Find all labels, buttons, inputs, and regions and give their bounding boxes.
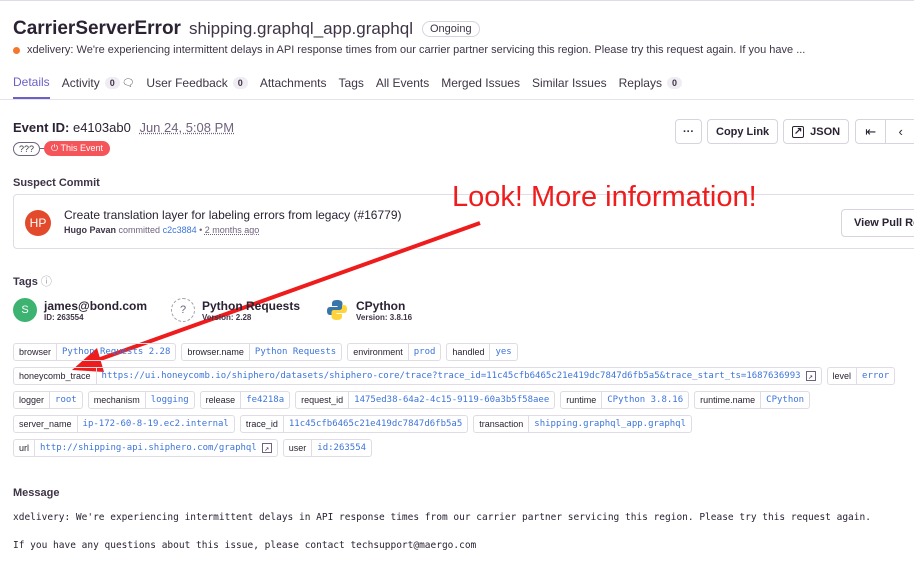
tag-key: browser.name [182,344,250,360]
tag-value-text: 11c45cfb6465c21e419dc7847d6fb5a5 [288,419,463,429]
annotation-arrow-icon [72,221,481,372]
tag-value[interactable]: yes [490,344,516,360]
tag-value[interactable]: id:263554 [312,440,371,456]
tag-key: logger [14,392,51,408]
tag-key: handled [447,344,491,360]
tag-value-text: shipping.graphql_app.graphql [534,419,687,429]
tag-list: browser Python Requests 2.28 browser.name P… [13,343,908,463]
tag-value[interactable]: Python Requests [250,344,341,360]
tag-row: logger root mechanism logging release fe4218a… [13,391,908,409]
tag-value-text: http://shipping-api.shiphero.com/graphql [40,443,257,453]
tag-value-text: 1475ed38-64a2-4c15-9119-60a3b5f58aee [354,395,550,405]
tag-summary-browser: ? Python Requests Version: 2.28 [171,298,300,322]
message-line-2: If you have any questions about this iss… [13,540,477,551]
tag-key: request_id [296,392,350,408]
tag-user[interactable]: user id:263554 [282,439,373,457]
message-title: Message [13,487,60,499]
tag-value[interactable]: ip-172-60-8-19.ec2.internal [78,416,234,432]
tag-row: url http://shipping-api.shiphero.com/grap… [13,439,908,457]
tag-value[interactable]: logging [146,392,194,408]
tag-key: transaction [474,416,530,432]
tag-key: browser [14,344,58,360]
browser-version: Version: 2.28 [202,312,252,322]
tag-key: user [284,440,313,456]
tag-value-text: root [55,395,77,405]
tag-value-text: Python Requests [254,347,337,357]
open-external-icon[interactable]: ↗ [261,443,272,453]
tags-title-label: Tags [13,276,38,288]
tag-transaction[interactable]: transaction shipping.graphql_app.graphql [473,415,693,433]
tag-value-text: id:263554 [317,443,367,453]
tag-value-text: fe4218a [246,395,285,405]
tag-value-text: prod [413,347,436,357]
tag-value[interactable]: error [857,368,894,384]
tag-key: runtime [561,392,603,408]
tag-value[interactable]: 11c45cfb6465c21e419dc7847d6fb5a5 [284,416,467,432]
tag-key: mechanism [89,392,146,408]
tag-value[interactable]: 1475ed38-64a2-4c15-9119-60a3b5f58aee [349,392,554,408]
tag-request-id[interactable]: request_id 1475ed38-64a2-4c15-9119-60a3b5… [295,391,556,409]
tag-key: release [201,392,242,408]
tag-value[interactable]: Python Requests 2.28 [57,344,175,360]
unknown-browser-icon: ? [171,298,195,322]
user-id: ID: 263554 [44,312,84,322]
tag-value[interactable]: prod [409,344,441,360]
tag-release[interactable]: release fe4218a [199,391,291,409]
tag-key: trace_id [241,416,284,432]
tag-level[interactable]: level error [826,367,896,385]
tag-value[interactable]: https://ui.honeycomb.io/shiphero/dataset… [97,368,821,384]
tag-value-text: error [862,371,890,381]
tag-value[interactable]: shipping.graphql_app.graphql [529,416,691,432]
info-icon: ⓘ [40,276,52,288]
tag-row: server_name ip-172-60-8-19.ec2.internal tr… [13,415,908,433]
message-line-1: xdelivery: We're experiencing intermitte… [13,512,871,523]
tag-value-text: Python Requests 2.28 [62,347,171,357]
tag-key: level [828,368,858,384]
tag-value-text: logging [150,395,189,405]
tag-honeycomb-trace[interactable]: honeycomb_trace https://ui.honeycomb.io/s… [13,367,822,385]
runtime-version: Version: 3.8.16 [356,312,413,322]
tag-mechanism[interactable]: mechanism logging [87,391,195,409]
tag-key: environment [348,344,409,360]
tag-value-text: CPython [766,395,805,405]
python-logo-icon [325,298,349,322]
tag-runtime-name[interactable]: runtime.name CPython [694,391,811,409]
tag-value[interactable]: http://shipping-api.shiphero.com/graphql… [35,440,277,456]
tag-value[interactable]: fe4218a [241,392,289,408]
tag-browser-name[interactable]: browser.name Python Requests [181,343,343,361]
tag-key: url [14,440,36,456]
tag-value-text: https://ui.honeycomb.io/shiphero/dataset… [101,371,801,381]
tag-key: honeycomb_trace [14,368,97,384]
tag-value-text: CPython 3.8.16 [607,395,684,405]
tags-title: Tags ⓘ [13,273,52,289]
tag-value[interactable]: root [50,392,82,408]
tag-value[interactable]: CPython 3.8.16 [602,392,688,408]
tag-row: honeycomb_trace https://ui.honeycomb.io/s… [13,367,908,385]
tag-browser[interactable]: browser Python Requests 2.28 [13,343,177,361]
avatar: S [13,298,37,322]
tag-row: browser Python Requests 2.28 browser.name P… [13,343,908,361]
open-external-icon[interactable]: ↗ [805,371,816,381]
tag-handled[interactable]: handled yes [446,343,518,361]
tag-summary-user: S james@bond.com ID: 263554 [13,298,147,322]
tag-value[interactable]: CPython [761,392,809,408]
tag-server-name[interactable]: server_name ip-172-60-8-19.ec2.internal [13,415,235,433]
browser-name: Python Requests [202,298,301,313]
user-email: james@bond.com [44,298,148,313]
tag-key: runtime.name [695,392,762,408]
tag-runtime[interactable]: runtime CPython 3.8.16 [560,391,690,409]
tag-logger[interactable]: logger root [13,391,83,409]
tag-value-text: yes [495,347,512,357]
tag-value-text: ip-172-60-8-19.ec2.internal [82,419,229,429]
runtime-name: CPython [356,298,406,313]
tag-environment[interactable]: environment prod [347,343,442,361]
tag-trace-id[interactable]: trace_id 11c45cfb6465c21e419dc7847d6fb5a5 [239,415,469,433]
tag-summary-runtime: CPython Version: 3.8.16 [325,298,412,322]
tag-key: server_name [14,416,78,432]
tag-url[interactable]: url http://shipping-api.shiphero.com/grap… [13,439,278,457]
